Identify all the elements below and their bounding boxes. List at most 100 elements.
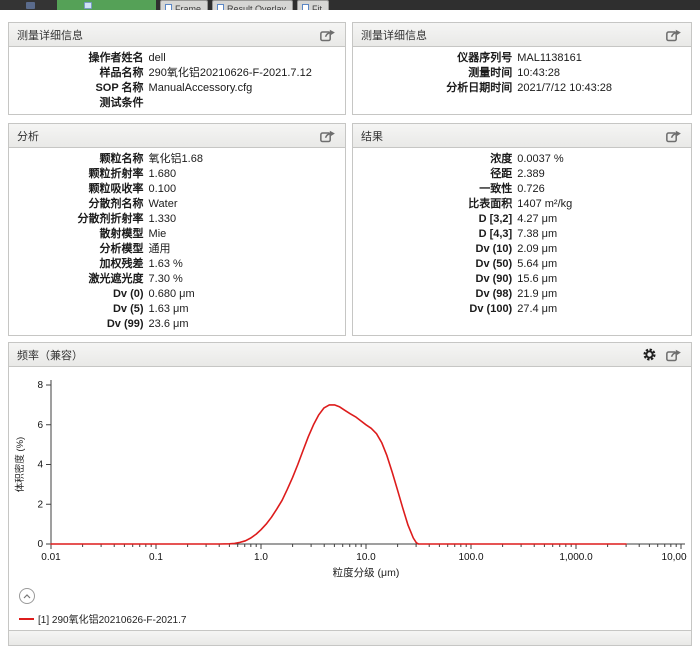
- export-icon[interactable]: [666, 129, 683, 143]
- field-value: 1.680: [149, 167, 335, 182]
- panel-measurement-details-left: 测量详细信息 操作者姓名dell样品名称290氧化铝20210626-F-202…: [8, 22, 346, 115]
- field-label: Dv (98): [363, 287, 517, 302]
- toolbar-active-segment[interactable]: [57, 0, 156, 10]
- field-label: 测试条件: [19, 96, 149, 111]
- field-row: Dv (90)15.6 μm: [363, 272, 681, 287]
- field-label: D [3,2]: [363, 212, 517, 227]
- field-label: 样品名称: [19, 66, 149, 81]
- field-value: dell: [149, 51, 335, 66]
- legend-collapse-button[interactable]: [19, 588, 35, 604]
- field-value: 1407 m²/kg: [517, 197, 681, 212]
- field-value: 10:43:28: [517, 66, 681, 81]
- field-row: 加权残差1.63 %: [19, 257, 335, 272]
- field-row: 颗粒吸收率0.100: [19, 182, 335, 197]
- field-label: 散射模型: [19, 227, 149, 242]
- field-value: 2021/7/12 10:43:28: [517, 81, 681, 96]
- field-value: 27.4 μm: [517, 302, 681, 317]
- svg-text:100.0: 100.0: [458, 552, 483, 563]
- field-row: 颗粒折射率1.680: [19, 167, 335, 182]
- field-value: 通用: [149, 242, 335, 257]
- field-row: 散射模型Mie: [19, 227, 335, 242]
- field-label: D [4,3]: [363, 227, 517, 242]
- svg-text:粒度分级 (μm): 粒度分级 (μm): [333, 566, 400, 579]
- field-value: 1.330: [149, 212, 335, 227]
- app-menu-icon: [26, 2, 35, 9]
- field-row: 分散剂名称Water: [19, 197, 335, 212]
- field-label: 仪器序列号: [363, 51, 517, 66]
- field-value: 7.38 μm: [517, 227, 681, 242]
- svg-text:4: 4: [37, 460, 43, 471]
- field-row: 激光遮光度7.30 %: [19, 272, 335, 287]
- field-label: 分析模型: [19, 242, 149, 257]
- field-value: Mie: [149, 227, 335, 242]
- svg-text:10,000.0: 10,000.0: [662, 552, 687, 563]
- field-row: Dv (98)21.9 μm: [363, 287, 681, 302]
- field-row: 分散剂折射率1.330: [19, 212, 335, 227]
- field-value: 0.726: [517, 182, 681, 197]
- toolbar-menu-segment[interactable]: [0, 0, 57, 10]
- panel-body: 浓度0.0037 %径距2.389一致性0.726比表面积1407 m²/kgD…: [353, 148, 691, 320]
- field-value: 4.27 μm: [517, 212, 681, 227]
- settings-gear-icon[interactable]: [642, 347, 657, 362]
- tab-fit[interactable]: Fit: [297, 0, 329, 10]
- field-value: 7.30 %: [149, 272, 335, 287]
- record-icon: [84, 2, 92, 9]
- field-row: 颗粒名称氧化铝1.68: [19, 152, 335, 167]
- field-row: 分析模型通用: [19, 242, 335, 257]
- svg-text:0.01: 0.01: [41, 552, 61, 563]
- svg-text:0: 0: [37, 539, 43, 550]
- field-label: 分散剂名称: [19, 197, 149, 212]
- panel-measurement-details-right: 测量详细信息 仪器序列号MAL1138161测量时间10:43:28分析日期时间…: [352, 22, 692, 115]
- field-value: 23.6 μm: [149, 317, 335, 332]
- field-label: 浓度: [363, 152, 517, 167]
- panel-analysis: 分析 颗粒名称氧化铝1.68颗粒折射率1.680颗粒吸收率0.100分散剂名称W…: [8, 123, 346, 336]
- field-row: 测试条件: [19, 96, 335, 111]
- export-icon[interactable]: [320, 129, 337, 143]
- legend-item[interactable]: [1] 290氧化铝20210626-F-2021.7: [19, 611, 691, 626]
- field-value: 2.09 μm: [517, 242, 681, 257]
- field-value: 1.63 μm: [149, 302, 335, 317]
- panel-body: 操作者姓名dell样品名称290氧化铝20210626-F-2021.7.12S…: [9, 47, 345, 114]
- panel-body: 颗粒名称氧化铝1.68颗粒折射率1.680颗粒吸收率0.100分散剂名称Wate…: [9, 148, 345, 335]
- field-label: SOP 名称: [19, 81, 149, 96]
- svg-text:6: 6: [37, 420, 43, 431]
- panel-header: 测量详细信息: [353, 23, 691, 47]
- field-value: 290氧化铝20210626-F-2021.7.12: [149, 66, 335, 81]
- chart-area: 024680.010.11.010.0100.01,000.010,000.0体…: [9, 367, 691, 584]
- svg-text:2: 2: [37, 499, 43, 510]
- field-value: MAL1138161: [517, 51, 681, 66]
- field-value: 2.389: [517, 167, 681, 182]
- field-label: Dv (100): [363, 302, 517, 317]
- field-row: 样品名称290氧化铝20210626-F-2021.7.12: [19, 66, 335, 81]
- field-label: Dv (10): [363, 242, 517, 257]
- field-row: Dv (10)2.09 μm: [363, 242, 681, 257]
- field-value: 5.64 μm: [517, 257, 681, 272]
- report-content: 测量详细信息 操作者姓名dell样品名称290氧化铝20210626-F-202…: [0, 10, 700, 635]
- field-value: 氧化铝1.68: [149, 152, 335, 167]
- chevron-up-icon: [23, 594, 31, 599]
- field-row: 分析日期时间2021/7/12 10:43:28: [363, 81, 681, 96]
- tab-frame[interactable]: Frame: [160, 0, 208, 10]
- field-label: Dv (99): [19, 317, 149, 332]
- panel-header: 分析: [9, 124, 345, 148]
- field-label: 颗粒名称: [19, 152, 149, 167]
- field-value: 1.63 %: [149, 257, 335, 272]
- field-value: [149, 96, 335, 111]
- export-icon[interactable]: [320, 28, 337, 42]
- legend-line-swatch: [19, 618, 34, 620]
- svg-text:10.0: 10.0: [356, 552, 376, 563]
- field-row: Dv (100)27.4 μm: [363, 302, 681, 317]
- export-icon[interactable]: [666, 28, 683, 42]
- field-row: 一致性0.726: [363, 182, 681, 197]
- field-row: D [3,2]4.27 μm: [363, 212, 681, 227]
- field-label: Dv (50): [363, 257, 517, 272]
- tab-result-overlay[interactable]: Result Overlay: [212, 0, 293, 10]
- field-label: 一致性: [363, 182, 517, 197]
- app-toolbar: Frame Result Overlay Fit: [0, 0, 700, 10]
- document-icon: [302, 4, 309, 10]
- field-label: 操作者姓名: [19, 51, 149, 66]
- field-value: Water: [149, 197, 335, 212]
- workspace-tabs: Frame Result Overlay Fit: [156, 0, 329, 10]
- export-icon[interactable]: [666, 348, 683, 362]
- field-label: Dv (5): [19, 302, 149, 317]
